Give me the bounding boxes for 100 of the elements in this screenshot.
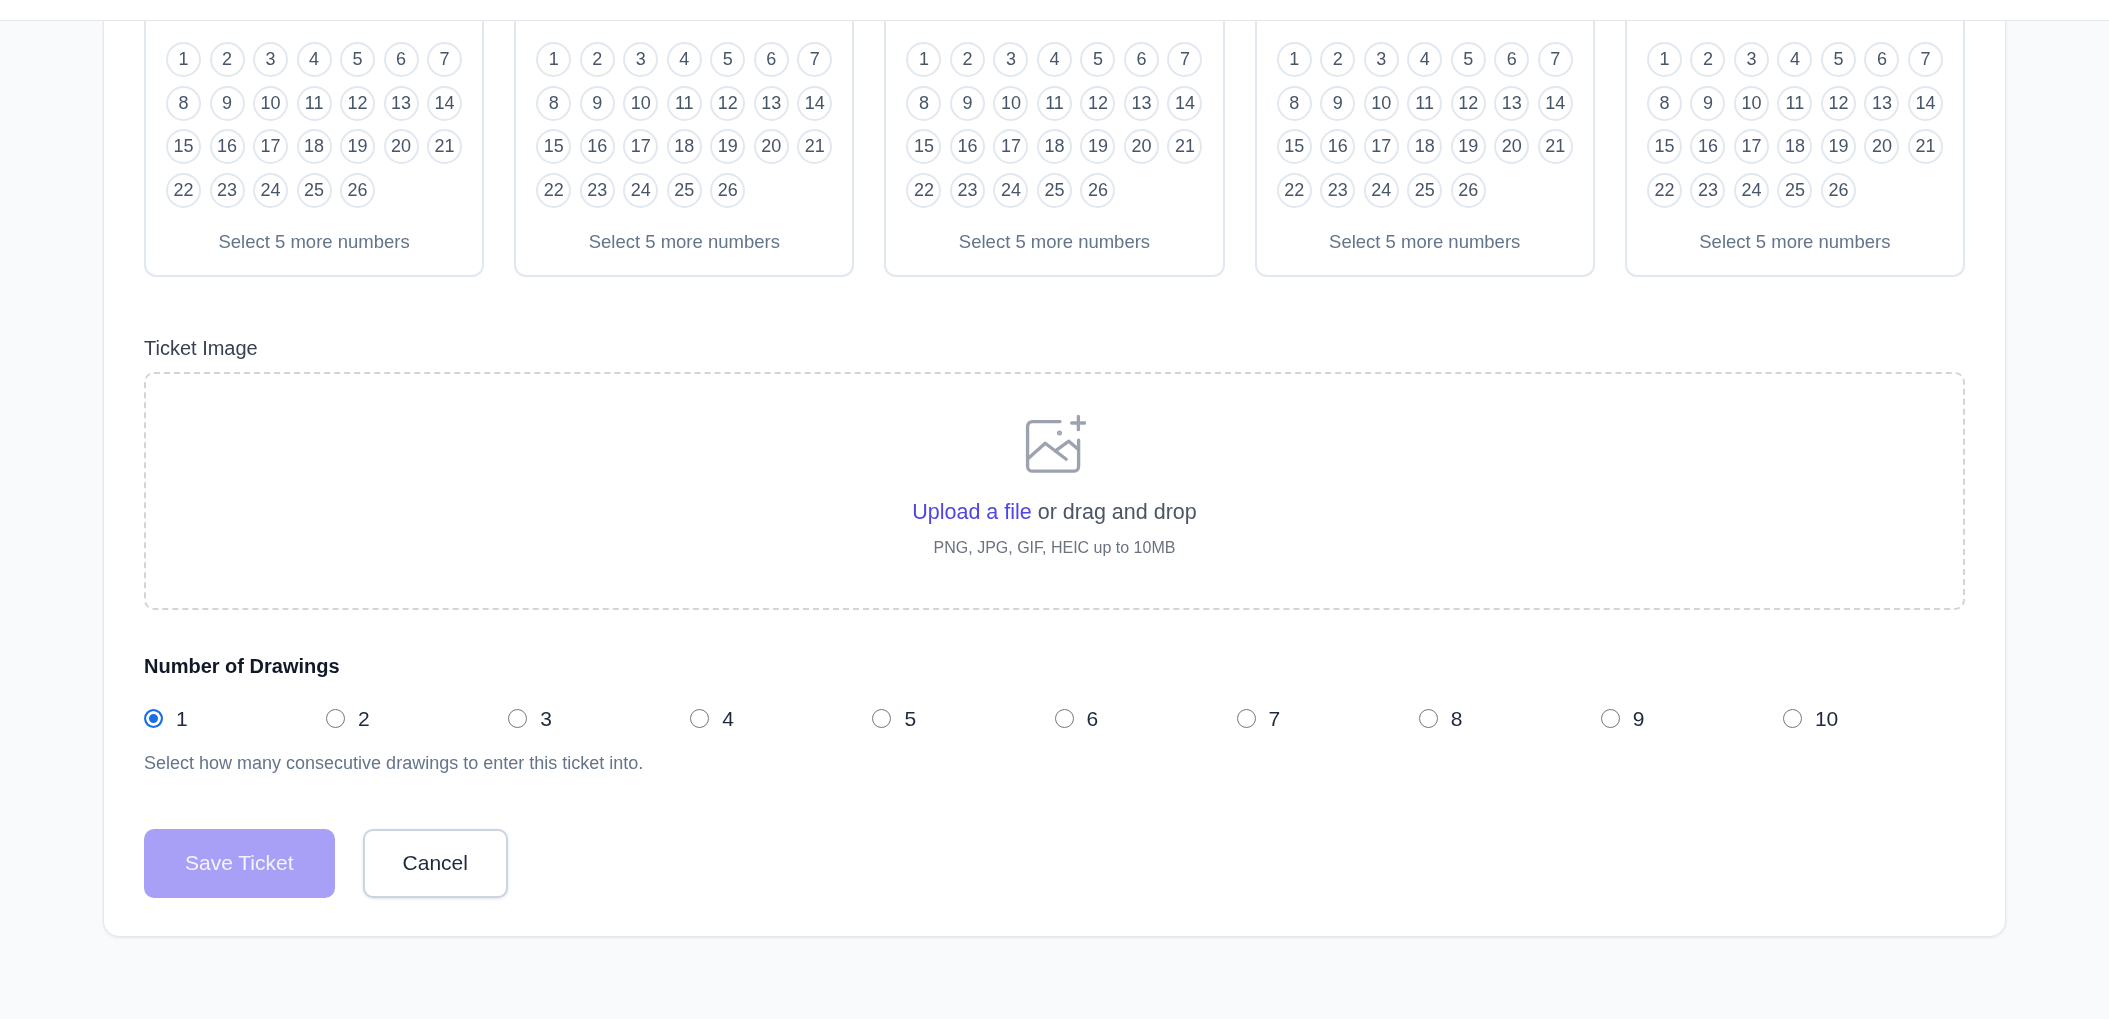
- radio-label[interactable]: 3: [540, 703, 552, 734]
- number-button[interactable]: 3: [1733, 42, 1769, 77]
- number-button[interactable]: 25: [1777, 172, 1813, 208]
- number-button[interactable]: 4: [666, 42, 702, 77]
- number-button[interactable]: 24: [623, 172, 659, 208]
- number-button[interactable]: 14: [1907, 85, 1943, 121]
- upload-link[interactable]: Upload a file: [912, 499, 1032, 524]
- number-button[interactable]: 4: [1777, 42, 1813, 77]
- radio-button[interactable]: [690, 709, 710, 728]
- number-button[interactable]: 16: [1320, 129, 1356, 164]
- radio-label[interactable]: 1: [176, 703, 188, 734]
- number-button[interactable]: 22: [166, 172, 202, 208]
- number-button[interactable]: 12: [710, 85, 746, 121]
- number-button[interactable]: 25: [1037, 172, 1072, 208]
- number-button[interactable]: 4: [1407, 42, 1443, 77]
- number-button[interactable]: 25: [296, 172, 332, 208]
- number-button[interactable]: 7: [1537, 42, 1573, 77]
- number-button[interactable]: 15: [166, 129, 202, 164]
- number-button[interactable]: 5: [340, 42, 376, 77]
- radio-button[interactable]: [872, 709, 892, 728]
- number-button[interactable]: 11: [296, 85, 332, 121]
- number-button[interactable]: 23: [1320, 172, 1356, 208]
- number-button[interactable]: 1: [536, 42, 572, 77]
- number-button[interactable]: 13: [383, 85, 419, 121]
- radio-button[interactable]: [1782, 709, 1802, 728]
- number-button[interactable]: 8: [1276, 85, 1312, 121]
- radio-label[interactable]: 7: [1268, 703, 1281, 734]
- number-button[interactable]: 2: [579, 42, 615, 77]
- number-button[interactable]: 17: [1363, 129, 1399, 164]
- radio-label[interactable]: 4: [722, 703, 734, 734]
- number-button[interactable]: 18: [666, 129, 702, 164]
- number-button[interactable]: 23: [209, 172, 245, 208]
- number-button[interactable]: 6: [1124, 42, 1159, 77]
- radio-button[interactable]: [1600, 709, 1620, 728]
- number-button[interactable]: 16: [950, 129, 985, 164]
- radio-button[interactable]: [144, 709, 163, 728]
- number-button[interactable]: 20: [1124, 129, 1159, 164]
- number-button[interactable]: 12: [1820, 85, 1856, 121]
- number-button[interactable]: 17: [623, 129, 659, 164]
- number-button[interactable]: 22: [536, 172, 572, 208]
- number-button[interactable]: 1: [906, 42, 942, 77]
- number-button[interactable]: 11: [1777, 85, 1813, 121]
- number-button[interactable]: 20: [753, 129, 789, 164]
- number-button[interactable]: 24: [993, 172, 1029, 208]
- number-button[interactable]: 12: [1450, 85, 1486, 121]
- radio-label[interactable]: 6: [1086, 703, 1099, 734]
- number-button[interactable]: 11: [1407, 85, 1443, 121]
- number-button[interactable]: 7: [797, 42, 833, 77]
- number-button[interactable]: 5: [1450, 42, 1486, 77]
- number-button[interactable]: 7: [1907, 42, 1943, 77]
- radio-label[interactable]: 10: [1814, 703, 1839, 734]
- number-button[interactable]: 16: [579, 129, 615, 164]
- number-button[interactable]: 10: [1733, 85, 1769, 121]
- number-button[interactable]: 8: [536, 85, 572, 121]
- number-button[interactable]: 9: [1690, 85, 1726, 121]
- number-button[interactable]: 3: [623, 42, 659, 77]
- number-button[interactable]: 18: [1037, 129, 1072, 164]
- number-button[interactable]: 22: [1646, 172, 1682, 208]
- number-button[interactable]: 26: [1820, 172, 1856, 208]
- number-button[interactable]: 15: [1646, 129, 1682, 164]
- number-button[interactable]: 1: [1276, 42, 1312, 77]
- radio-button[interactable]: [508, 709, 528, 728]
- number-button[interactable]: 8: [906, 85, 942, 121]
- number-button[interactable]: 9: [209, 85, 245, 121]
- number-button[interactable]: 20: [1494, 129, 1530, 164]
- number-button[interactable]: 19: [710, 129, 746, 164]
- number-button[interactable]: 23: [579, 172, 615, 208]
- number-button[interactable]: 14: [797, 85, 833, 121]
- cancel-button[interactable]: Cancel: [362, 828, 508, 898]
- number-button[interactable]: 15: [1276, 129, 1312, 164]
- number-button[interactable]: 24: [1733, 172, 1769, 208]
- radio-button[interactable]: [1418, 709, 1438, 728]
- number-button[interactable]: 18: [1777, 129, 1813, 164]
- number-button[interactable]: 20: [1864, 129, 1900, 164]
- number-button[interactable]: 26: [1080, 172, 1116, 208]
- number-button[interactable]: 13: [1864, 85, 1900, 121]
- number-button[interactable]: 16: [209, 129, 245, 164]
- number-button[interactable]: 22: [906, 172, 942, 208]
- number-button[interactable]: 13: [753, 85, 789, 121]
- number-button[interactable]: 3: [253, 42, 289, 77]
- number-button[interactable]: 17: [993, 129, 1029, 164]
- number-button[interactable]: 6: [1864, 42, 1900, 77]
- number-button[interactable]: 19: [340, 129, 376, 164]
- number-button[interactable]: 11: [666, 85, 702, 121]
- number-button[interactable]: 19: [1080, 129, 1116, 164]
- number-button[interactable]: 14: [1167, 85, 1203, 121]
- number-button[interactable]: 10: [1363, 85, 1399, 121]
- number-button[interactable]: 21: [797, 129, 833, 164]
- number-button[interactable]: 5: [1820, 42, 1856, 77]
- number-button[interactable]: 10: [253, 85, 289, 121]
- number-button[interactable]: 23: [1690, 172, 1726, 208]
- number-button[interactable]: 3: [1363, 42, 1399, 77]
- number-button[interactable]: 12: [1080, 85, 1116, 121]
- number-button[interactable]: 26: [1450, 172, 1486, 208]
- number-button[interactable]: 24: [253, 172, 289, 208]
- number-button[interactable]: 7: [1167, 42, 1203, 77]
- number-button[interactable]: 18: [1407, 129, 1443, 164]
- number-button[interactable]: 18: [296, 129, 332, 164]
- number-button[interactable]: 7: [427, 42, 463, 77]
- number-button[interactable]: 26: [710, 172, 746, 208]
